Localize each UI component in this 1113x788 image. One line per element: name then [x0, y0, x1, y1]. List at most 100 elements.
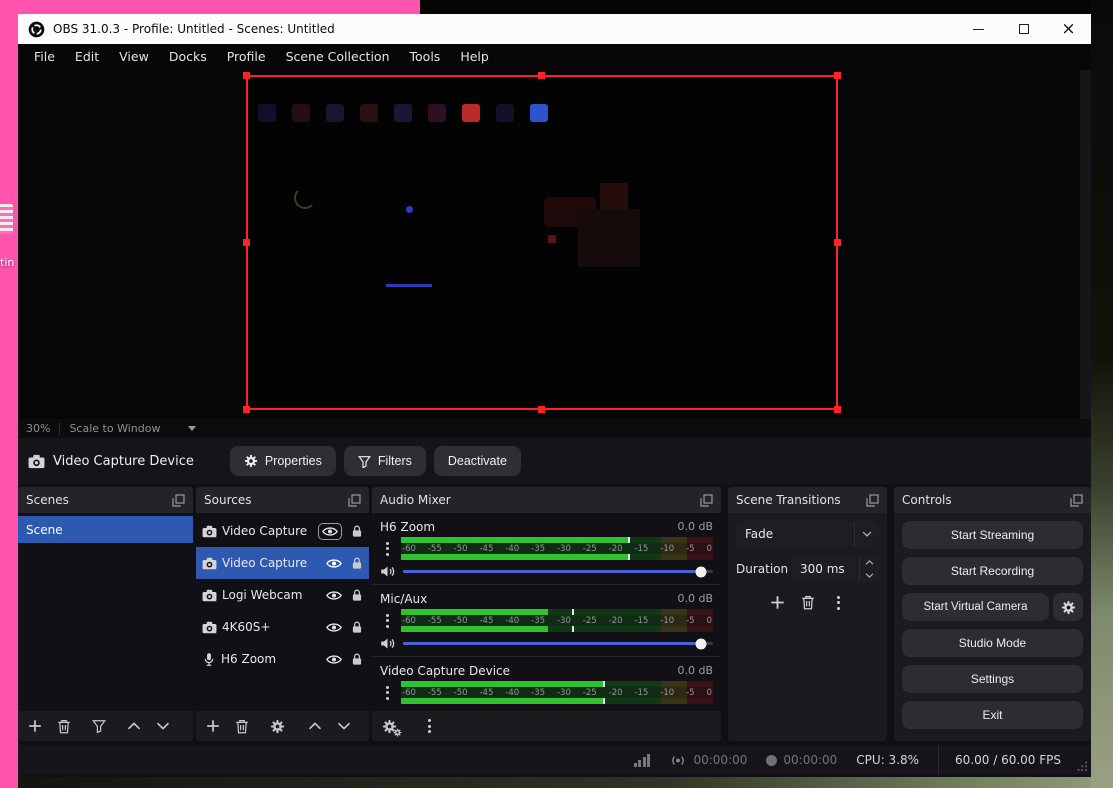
start-recording-button[interactable]: Start Recording — [902, 557, 1083, 585]
source-list-item[interactable]: Video Capture — [196, 515, 369, 547]
add-scene-button[interactable] — [28, 719, 42, 733]
camera-icon — [202, 525, 217, 538]
resize-grip[interactable] — [1076, 760, 1088, 772]
start-virtual-camera-button[interactable]: Start Virtual Camera — [902, 593, 1049, 621]
mute-toggle[interactable] — [380, 637, 396, 650]
menu-profile[interactable]: Profile — [217, 44, 276, 70]
transform-handle[interactable] — [538, 72, 545, 79]
move-scene-down-button[interactable] — [156, 722, 170, 730]
start-streaming-button[interactable]: Start Streaming — [902, 521, 1083, 549]
volume-slider[interactable] — [403, 637, 713, 651]
dock-popout-icon[interactable] — [172, 494, 185, 507]
preview-scale-mode-select[interactable]: Scale to Window — [69, 422, 160, 435]
mixer-menu-button[interactable] — [422, 719, 436, 733]
maximize-button[interactable] — [1001, 14, 1046, 44]
menu-help[interactable]: Help — [450, 44, 499, 70]
controls-header[interactable]: Controls — [894, 487, 1091, 513]
minimize-button[interactable] — [956, 14, 1001, 44]
transform-handle[interactable] — [243, 239, 250, 246]
selected-source-bounds[interactable] — [246, 75, 838, 410]
advanced-audio-button[interactable] — [382, 719, 397, 734]
mute-toggle[interactable] — [380, 565, 396, 578]
add-source-button[interactable] — [206, 719, 220, 733]
transition-menu-button[interactable] — [831, 596, 845, 610]
volume-slider[interactable] — [403, 565, 713, 579]
mixer-options-button[interactable] — [380, 609, 394, 632]
duration-spinbox[interactable]: 300 ms — [791, 556, 879, 582]
preview-canvas[interactable] — [18, 70, 1091, 419]
mixer-options-button[interactable] — [380, 537, 394, 560]
duration-increment-button[interactable] — [860, 556, 879, 569]
studio-mode-button[interactable]: Studio Mode — [902, 629, 1083, 657]
scene-transitions-header[interactable]: Scene Transitions — [728, 487, 887, 513]
menu-edit[interactable]: Edit — [65, 44, 109, 70]
virtual-camera-settings-button[interactable] — [1053, 593, 1083, 621]
lock-toggle[interactable] — [351, 524, 363, 538]
preview-zoom-level[interactable]: 30% — [26, 422, 50, 435]
lock-toggle[interactable] — [351, 588, 363, 602]
volume-slider-handle[interactable] — [695, 566, 706, 577]
remove-transition-button[interactable] — [801, 595, 815, 610]
sources-panel-header[interactable]: Sources — [196, 487, 369, 513]
chevron-down-icon[interactable] — [188, 426, 196, 431]
visibility-toggle[interactable] — [318, 523, 342, 540]
move-scene-up-button[interactable] — [127, 722, 141, 730]
transition-select[interactable]: Fade — [736, 521, 879, 547]
dock-popout-icon[interactable] — [1070, 494, 1083, 507]
transform-handle[interactable] — [834, 406, 841, 413]
menu-view[interactable]: View — [109, 44, 159, 70]
filters-button[interactable]: Filters — [344, 446, 426, 476]
sources-list[interactable]: Video Capture Video Capture Logi Webcam — [196, 513, 369, 711]
menu-scene-collection[interactable]: Scene Collection — [276, 44, 400, 70]
transform-handle[interactable] — [538, 406, 545, 413]
dock-popout-icon[interactable] — [866, 494, 879, 507]
audio-mixer-header[interactable]: Audio Mixer — [372, 487, 721, 513]
transform-handle[interactable] — [243, 406, 250, 413]
scenes-panel-header[interactable]: Scenes — [18, 487, 193, 513]
visibility-toggle[interactable] — [326, 622, 342, 633]
source-list-item[interactable]: Logi Webcam — [196, 579, 369, 611]
desktop-shortcut-icon[interactable] — [0, 204, 13, 234]
remove-source-button[interactable] — [235, 719, 249, 734]
source-list-item[interactable]: Video Capture — [196, 547, 369, 579]
properties-button[interactable]: Properties — [230, 446, 336, 476]
menu-file[interactable]: File — [24, 44, 65, 70]
visibility-toggle[interactable] — [326, 558, 342, 569]
dock-popout-icon[interactable] — [700, 494, 713, 507]
mixer-options-button[interactable] — [380, 681, 394, 704]
duration-decrement-button[interactable] — [860, 569, 879, 582]
settings-button[interactable]: Settings — [902, 665, 1083, 693]
tick-label: -20 — [609, 544, 623, 554]
deactivate-label: Deactivate — [448, 454, 507, 468]
camera-icon — [202, 621, 217, 634]
dock-popout-icon[interactable] — [348, 494, 361, 507]
source-properties-button[interactable] — [270, 719, 285, 734]
lock-toggle[interactable] — [351, 556, 363, 570]
lock-toggle[interactable] — [351, 652, 363, 666]
lock-toggle[interactable] — [351, 620, 363, 634]
deactivate-button[interactable]: Deactivate — [434, 446, 521, 476]
visibility-toggle[interactable] — [326, 654, 342, 665]
scene-filters-button[interactable] — [92, 719, 106, 733]
move-source-up-button[interactable] — [308, 722, 322, 730]
source-list-item[interactable]: H6 Zoom — [196, 643, 369, 675]
move-source-down-button[interactable] — [337, 722, 351, 730]
microphone-icon — [202, 652, 216, 667]
transform-handle[interactable] — [834, 72, 841, 79]
visibility-toggle[interactable] — [326, 590, 342, 601]
volume-slider-handle[interactable] — [695, 638, 706, 649]
remove-scene-button[interactable] — [57, 719, 71, 734]
transform-handle[interactable] — [834, 239, 841, 246]
menu-tools[interactable]: Tools — [400, 44, 451, 70]
scenes-list[interactable]: Scene — [18, 513, 193, 711]
scene-list-item[interactable]: Scene — [18, 516, 193, 543]
add-transition-button[interactable] — [770, 595, 785, 610]
exit-button[interactable]: Exit — [902, 701, 1083, 729]
chevron-down-icon[interactable] — [854, 521, 879, 547]
transform-handle[interactable] — [243, 72, 250, 79]
menu-docks[interactable]: Docks — [159, 44, 217, 70]
source-list-item[interactable]: 4K60S+ — [196, 611, 369, 643]
tick-label: -55 — [428, 616, 442, 626]
titlebar[interactable]: OBS 31.0.3 - Profile: Untitled - Scenes:… — [18, 14, 1091, 44]
close-button[interactable]: × — [1046, 14, 1091, 44]
